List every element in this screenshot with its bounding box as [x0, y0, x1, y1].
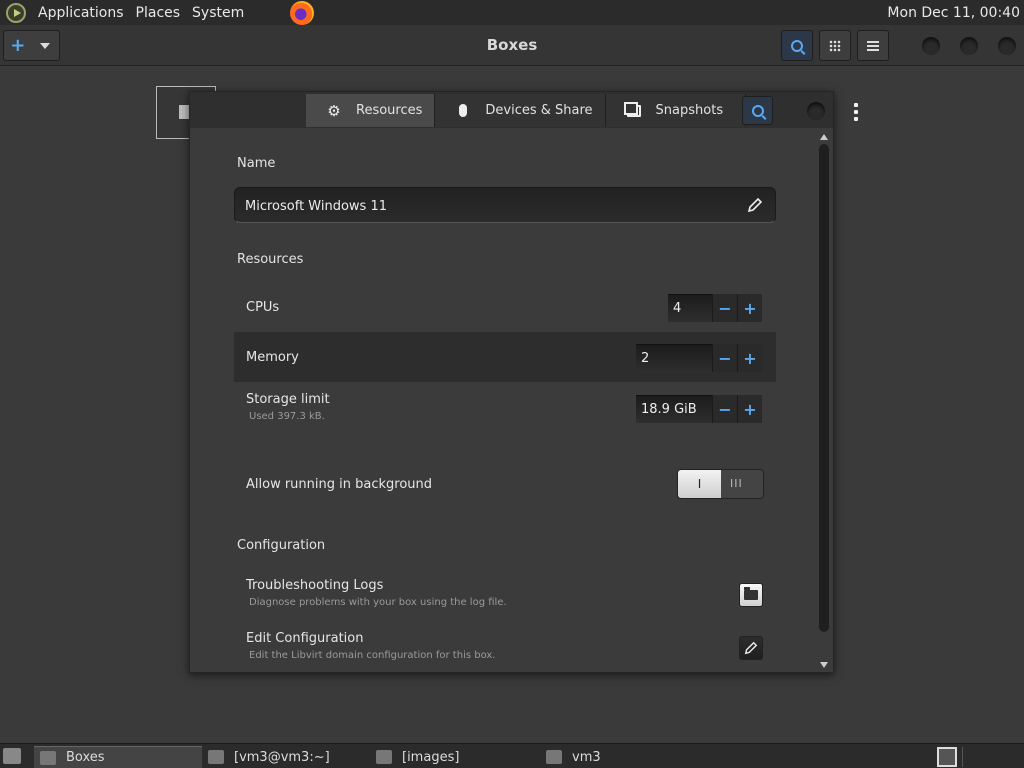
box-preferences-dialog: ⚙ Resources Devices & Share Snapshots Na… — [189, 91, 834, 673]
view-toggle-button[interactable] — [819, 30, 851, 61]
storage-row: Storage limit Used 397.3 kB. 18.9 GiB − … — [234, 384, 776, 434]
firefox-launcher-icon[interactable] — [290, 0, 315, 25]
configuration-section-label: Configuration — [237, 538, 326, 553]
menu-places[interactable]: Places — [130, 5, 187, 21]
hamburger-icon — [867, 40, 879, 51]
close-button[interactable] — [998, 37, 1016, 55]
main-menu-button[interactable] — [857, 30, 889, 61]
grid-icon — [829, 39, 841, 52]
storage-stepper: 18.9 GiB − + — [636, 395, 762, 423]
open-logs-button[interactable] — [739, 583, 763, 607]
edit-config-description: Edit the Libvirt domain configuration fo… — [249, 650, 496, 661]
task-label: vm3 — [572, 749, 601, 765]
scroll-thumb[interactable] — [819, 144, 829, 632]
boxes-app-icon — [40, 750, 56, 765]
mouse-icon — [455, 103, 471, 119]
workspace-1[interactable] — [937, 747, 957, 767]
top-panel: Applications Places System Mon Dec 11, 0… — [0, 0, 1024, 25]
panel-menu: Applications Places System — [0, 0, 315, 25]
show-desktop-icon[interactable] — [3, 748, 21, 764]
edit-config-label: Edit Configuration — [246, 631, 364, 646]
switch-off-marks: III — [730, 477, 743, 490]
task-label: Boxes — [66, 750, 105, 765]
menu-system[interactable]: System — [186, 5, 250, 21]
memory-stepper: 2 − + — [636, 344, 762, 372]
tab-devices-share[interactable]: Devices & Share — [435, 94, 606, 127]
task-label: [images] — [402, 749, 460, 765]
task-terminal[interactable]: [vm3@vm3:~] — [202, 746, 368, 768]
cpus-row: CPUs 4 − + — [234, 282, 776, 332]
memory-decrement-button[interactable]: − — [712, 344, 737, 372]
gear-icon: ⚙ — [327, 101, 341, 120]
dialog-close-button[interactable] — [807, 102, 825, 120]
background-label: Allow running in background — [246, 477, 433, 492]
storage-used: Used 397.3 kB. — [249, 411, 325, 422]
cpus-label: CPUs — [246, 300, 280, 315]
tab-snapshots[interactable]: Snapshots — [605, 94, 747, 127]
search-icon — [751, 104, 764, 117]
pencil-icon — [744, 641, 758, 655]
headerbar: + Boxes — [0, 25, 1024, 66]
tab-label: Snapshots — [655, 103, 724, 118]
folder-icon — [376, 750, 392, 764]
minimize-button[interactable] — [922, 37, 940, 55]
task-home-folder[interactable]: vm3 — [540, 746, 708, 768]
bottom-taskbar: Boxes [vm3@vm3:~] [images] vm3 — [0, 743, 1024, 768]
folder-icon — [744, 587, 758, 600]
tab-label: Devices & Share — [485, 103, 593, 118]
memory-input[interactable]: 2 — [636, 344, 712, 372]
tab-label: Resources — [356, 103, 423, 118]
snapshot-icon — [623, 101, 642, 119]
storage-label: Storage limit — [246, 392, 330, 407]
panel-clock[interactable]: Mon Dec 11, 00:40 — [887, 5, 1020, 21]
search-button[interactable] — [781, 30, 813, 61]
tab-resources[interactable]: ⚙ Resources — [306, 94, 436, 127]
maximize-button[interactable] — [960, 37, 978, 55]
more-options-icon[interactable] — [853, 103, 859, 121]
name-value: Microsoft Windows 11 — [245, 199, 387, 214]
applications-logo-icon[interactable] — [6, 2, 26, 23]
menu-applications[interactable]: Applications — [32, 5, 130, 21]
dialog-header: ⚙ Resources Devices & Share Snapshots — [190, 92, 833, 128]
cpus-stepper: 4 − + — [668, 294, 762, 322]
memory-row: Memory 2 − + — [234, 332, 776, 382]
search-icon — [791, 39, 803, 52]
cpus-increment-button[interactable]: + — [737, 294, 762, 322]
edit-configuration-row: Edit Configuration Edit the Libvirt doma… — [234, 623, 776, 673]
storage-increment-button[interactable]: + — [737, 395, 762, 423]
name-section-label: Name — [237, 156, 276, 171]
name-field[interactable]: Microsoft Windows 11 — [234, 187, 776, 223]
task-images-folder[interactable]: [images] — [370, 746, 538, 768]
logs-label: Troubleshooting Logs — [246, 578, 384, 593]
cpus-decrement-button[interactable]: − — [712, 294, 737, 322]
dialog-search-button[interactable] — [742, 96, 773, 125]
pencil-icon[interactable] — [747, 197, 763, 213]
terminal-icon — [208, 750, 224, 764]
preferences-tabs: ⚙ Resources Devices & Share Snapshots — [306, 94, 747, 127]
memory-label: Memory — [246, 350, 299, 365]
run-in-background-switch[interactable]: I III — [677, 469, 764, 499]
memory-increment-button[interactable]: + — [737, 344, 762, 372]
resources-section-label: Resources — [237, 252, 304, 267]
task-label: [vm3@vm3:~] — [234, 749, 330, 765]
storage-decrement-button[interactable]: − — [712, 395, 737, 423]
dialog-scrollbar[interactable] — [818, 134, 830, 670]
cpus-input[interactable]: 4 — [668, 294, 712, 322]
troubleshooting-logs-row: Troubleshooting Logs Diagnose problems w… — [234, 570, 776, 620]
home-folder-icon — [546, 750, 562, 764]
workspace-2[interactable] — [962, 747, 1020, 767]
switch-knob: I — [678, 470, 721, 498]
scroll-up-arrow-icon[interactable] — [820, 134, 828, 140]
storage-input[interactable]: 18.9 GiB — [636, 395, 712, 423]
logs-description: Diagnose problems with your box using th… — [249, 597, 507, 608]
scroll-down-arrow-icon[interactable] — [820, 662, 828, 668]
task-boxes[interactable]: Boxes — [34, 746, 202, 768]
edit-configuration-button[interactable] — [739, 636, 763, 660]
